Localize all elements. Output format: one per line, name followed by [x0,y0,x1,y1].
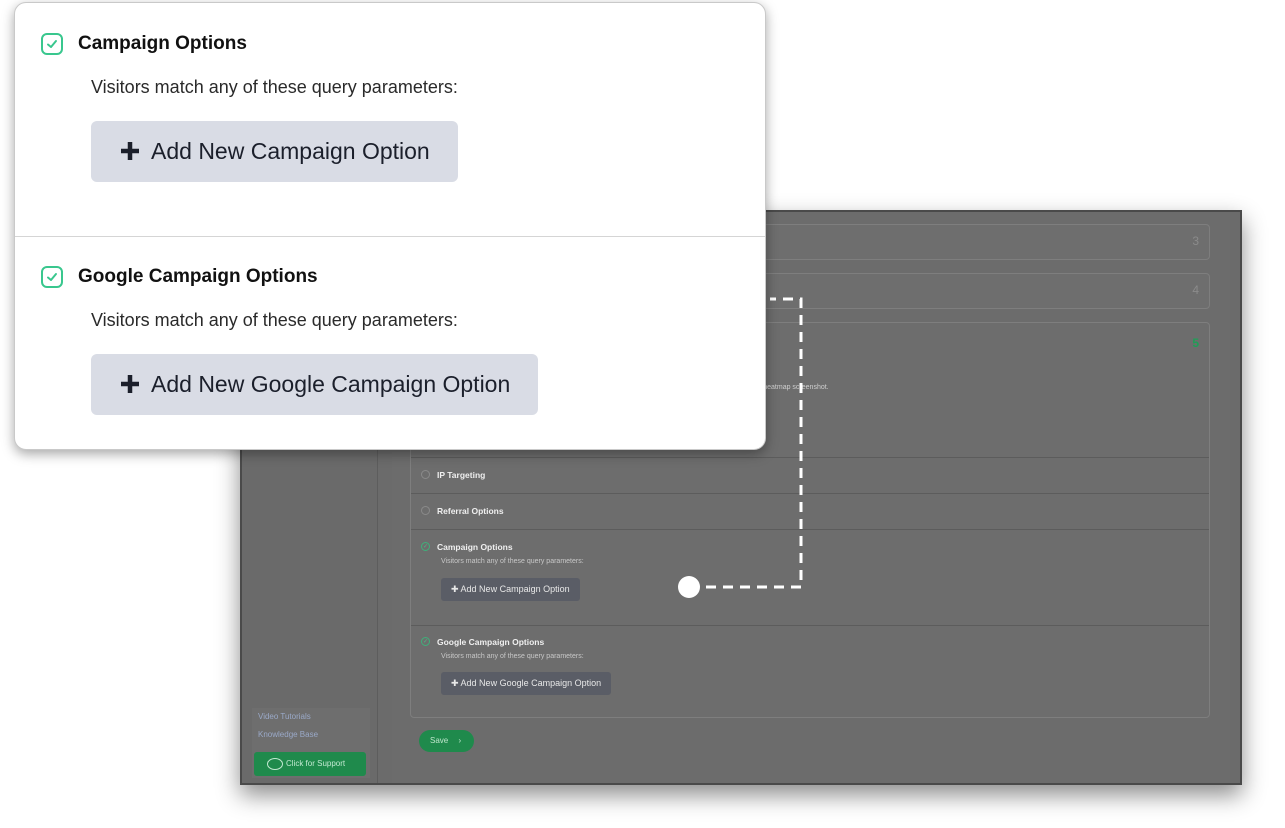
check-icon [47,40,57,48]
section-title: Campaign Options [78,33,247,54]
row-subtitle: Visitors match any of these query parame… [441,653,584,660]
plus-icon: ✚ [451,678,461,688]
button-label: Add New Campaign Option [151,138,430,164]
save-label: Save [430,736,449,745]
google-campaign-options-row: ✓ Google Campaign Options Visitors match… [411,625,1209,720]
sidebar-help-links: Video Tutorials Knowledge Base Click for… [252,708,370,778]
referral-options-row[interactable]: Referral Options [411,493,1209,530]
video-tutorials-link[interactable]: Video Tutorials [258,712,311,721]
row-title: Referral Options [437,506,504,516]
google-campaign-options-checkbox[interactable] [41,266,63,288]
row-subtitle: Visitors match any of these query parame… [441,558,584,565]
button-label: Add New Google Campaign Option [460,678,602,688]
plus-icon: ✚ [451,584,461,594]
add-campaign-option-button[interactable]: Add New Campaign Option [91,121,458,182]
campaign-options-row: ✓ Campaign Options Visitors match any of… [411,529,1209,626]
save-button[interactable]: Save › [419,730,474,752]
chevron-right-icon: › [458,736,462,745]
knowledge-base-link[interactable]: Knowledge Base [258,730,318,739]
plus-icon [121,375,139,393]
ip-targeting-row[interactable]: IP Targeting [411,457,1209,494]
ip-targeting-checkbox[interactable] [421,470,430,479]
section-title: Google Campaign Options [78,266,318,287]
step-number-active: 5 [1192,336,1199,350]
campaign-options-checkbox[interactable] [41,33,63,55]
support-button-label: Click for Support [286,759,346,768]
section-subtitle: Visitors match any of these query parame… [91,310,458,330]
chat-bubble-icon [267,758,283,770]
plus-icon [121,142,139,160]
section-subtitle: Visitors match any of these query parame… [91,77,458,97]
row-title: IP Targeting [437,470,486,480]
step-number: 3 [1192,234,1199,248]
row-title: Campaign Options [437,542,513,552]
add-google-campaign-option-button[interactable]: Add New Google Campaign Option [91,354,539,415]
button-label: Add New Google Campaign Option [151,371,511,397]
step-number: 4 [1192,283,1199,297]
row-title: Google Campaign Options [437,637,545,647]
campaign-options-checkbox[interactable]: ✓ [421,542,430,551]
add-campaign-option-button-small[interactable]: ✚ Add New Campaign Option [441,578,580,601]
support-button[interactable]: Click for Support [254,752,366,776]
add-google-campaign-option-button-small[interactable]: ✚ Add New Google Campaign Option [441,672,612,695]
google-campaign-options-checkbox[interactable]: ✓ [421,637,430,646]
button-label: Add New Campaign Option [460,584,570,594]
zoom-callout: Campaign Options Visitors match any of t… [14,2,766,450]
check-icon [47,273,57,281]
campaign-options-section: Campaign Options Visitors match any of t… [15,3,765,236]
referral-options-checkbox[interactable] [421,506,430,515]
google-campaign-options-section: Google Campaign Options Visitors match a… [15,236,765,449]
